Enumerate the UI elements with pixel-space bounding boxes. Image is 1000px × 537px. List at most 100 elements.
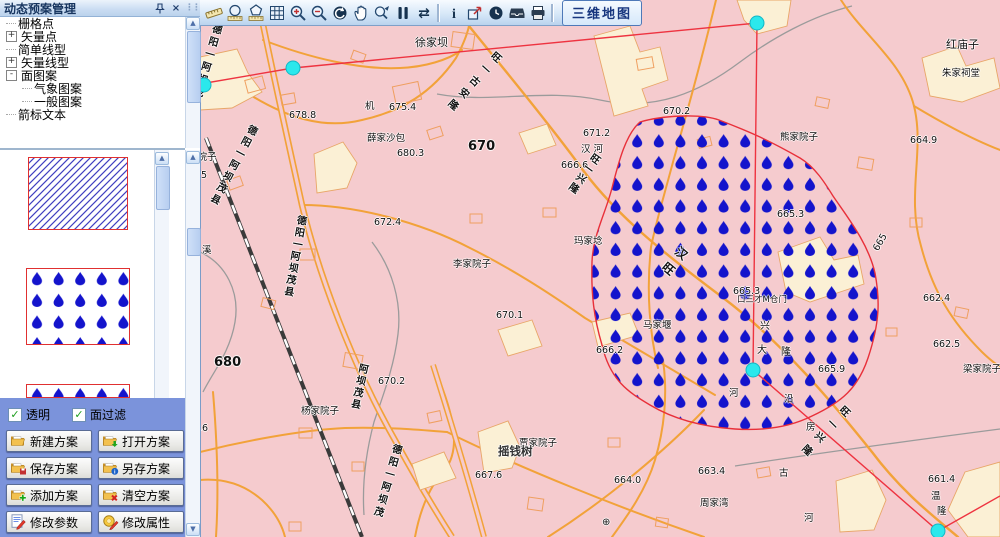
folder-saveas-icon: i <box>102 460 119 476</box>
previous-view-icon <box>331 4 349 22</box>
pause-button[interactable] <box>392 2 413 24</box>
zoom-window-button[interactable] <box>371 2 392 24</box>
measure-area-button[interactable] <box>245 2 266 24</box>
svg-text:i: i <box>452 7 456 22</box>
folder-clear-button[interactable]: 清空方案 <box>98 484 184 506</box>
plan-button-grid: 新建方案 打开方案 保存方案 i另存方案 添加方案 清空方案修改参数 修改属性 <box>6 430 181 533</box>
tree-toggle-icon[interactable]: + <box>6 31 17 42</box>
plan-actions-panel: ✓透明✓面过滤 新建方案 打开方案 保存方案 i另存方案 添加方案 清空方案修改… <box>0 398 185 537</box>
pattern-preview-list: ▲ <box>0 150 168 398</box>
measure-area-icon <box>247 4 265 22</box>
button-label: 另存方案 <box>122 460 170 477</box>
print-button[interactable] <box>527 2 548 24</box>
tree-scrollbar[interactable]: ▲ <box>185 17 200 148</box>
map-svg <box>200 0 1000 537</box>
zoom-window-icon <box>373 4 391 22</box>
measure-circle-button[interactable] <box>224 2 245 24</box>
pattern-tile-partial[interactable] <box>26 384 130 398</box>
scroll-thumb[interactable] <box>187 31 201 103</box>
checkbox-面过滤[interactable]: ✓面过滤 <box>72 406 126 423</box>
map-toolbar: ⇄i三维地图 <box>200 0 632 26</box>
scroll-up-icon[interactable]: ▲ <box>186 151 200 164</box>
button-label: 修改属性 <box>122 514 170 531</box>
print-icon <box>529 4 547 22</box>
major-road <box>258 0 484 537</box>
zoom-out-button[interactable] <box>308 2 329 24</box>
scroll-down-icon[interactable]: ▼ <box>186 523 200 536</box>
swap-view-icon: ⇄ <box>415 4 433 22</box>
checkbox-icon[interactable]: ✓ <box>8 408 22 422</box>
tree-connector <box>6 114 16 115</box>
zoom-in-icon <box>289 4 307 22</box>
zoom-in-button[interactable] <box>287 2 308 24</box>
folder-save-button[interactable]: 保存方案 <box>6 457 92 479</box>
preview-scrollbar[interactable]: ▲ <box>154 150 169 398</box>
pan-icon <box>352 4 370 22</box>
panel-title: 动态预案管理 <box>4 0 76 17</box>
panel-grip-icon[interactable]: ⋮⋮ <box>185 3 199 13</box>
folder-saveas-button[interactable]: i另存方案 <box>98 457 184 479</box>
toolbar-separator <box>551 4 554 22</box>
gis-application: 徐家坝红庙子朱家祠堂678.8机675.4薛家沙包680.3670680670.… <box>0 0 1000 537</box>
pause-icon <box>394 4 412 22</box>
vertex-handle[interactable] <box>750 16 765 31</box>
toolbar-separator <box>437 4 440 22</box>
folder-new-button[interactable]: 新建方案 <box>6 430 92 452</box>
plan-manager-panel: 动态预案管理 × ⋮⋮ 栅格点+矢量点简单线型+矢量线型-面图案气象图案一般图案… <box>0 0 201 537</box>
panel-scrollbar[interactable]: ▲ ▼ <box>185 150 200 537</box>
measure-distance-button[interactable] <box>203 2 224 24</box>
output-tray-icon <box>508 4 526 22</box>
folder-new-icon <box>10 433 27 449</box>
edit-attrs-button[interactable]: 修改属性 <box>98 511 184 533</box>
vertex-handle[interactable] <box>746 363 761 378</box>
scroll-thumb[interactable] <box>156 166 170 210</box>
folder-add-button[interactable]: 添加方案 <box>6 484 92 506</box>
scroll-up-icon[interactable]: ▲ <box>155 152 169 165</box>
panel-titlebar: 动态预案管理 × ⋮⋮ <box>0 0 200 17</box>
tree-item[interactable]: 箭标文本 <box>0 108 185 121</box>
button-label: 保存方案 <box>30 460 78 477</box>
map-canvas[interactable] <box>200 0 1000 537</box>
svg-text:⇄: ⇄ <box>418 5 430 21</box>
tree-item[interactable]: -面图案 <box>0 69 185 82</box>
pattern-tile-hatch[interactable] <box>28 157 128 230</box>
checkbox-label: 透明 <box>26 406 50 423</box>
edit-params-icon <box>10 514 27 530</box>
edit-params-button[interactable]: 修改参数 <box>6 511 92 533</box>
pattern-tile-drops[interactable] <box>26 268 130 345</box>
edit-attrs-icon <box>102 514 119 530</box>
checkbox-透明[interactable]: ✓ 透明 <box>8 406 50 423</box>
folder-open-button[interactable]: 打开方案 <box>98 430 184 452</box>
tree-connector <box>6 49 16 50</box>
tree-connector <box>6 23 16 24</box>
scroll-thumb[interactable] <box>187 228 201 256</box>
scroll-up-icon[interactable]: ▲ <box>186 17 200 30</box>
export-button[interactable] <box>464 2 485 24</box>
vertex-handle[interactable] <box>286 61 301 76</box>
swap-view-button[interactable]: ⇄ <box>413 2 434 24</box>
tree-connector <box>22 101 32 102</box>
tree-toggle-icon[interactable]: + <box>6 57 17 68</box>
previous-view-button[interactable] <box>329 2 350 24</box>
map-3d-button[interactable]: 三维地图 <box>562 0 642 26</box>
close-icon[interactable]: × <box>169 2 183 15</box>
measure-circle-icon <box>226 4 244 22</box>
zoom-out-icon <box>310 4 328 22</box>
folder-save-icon <box>10 460 27 476</box>
history-clock-button[interactable] <box>485 2 506 24</box>
identify-button[interactable]: i <box>443 2 464 24</box>
hazard-region[interactable] <box>592 116 878 430</box>
output-tray-button[interactable] <box>506 2 527 24</box>
identify-icon: i <box>445 4 463 22</box>
pin-icon[interactable] <box>153 2 167 15</box>
railway <box>206 138 362 537</box>
grid-view-button[interactable] <box>266 2 287 24</box>
folder-clear-icon <box>102 487 119 503</box>
folder-add-icon <box>10 487 27 503</box>
layer-tree: 栅格点+矢量点简单线型+矢量线型-面图案气象图案一般图案箭标文本 <box>0 17 185 148</box>
pan-button[interactable] <box>350 2 371 24</box>
checkbox-icon[interactable]: ✓ <box>72 408 86 422</box>
vertex-handle[interactable] <box>931 524 946 537</box>
tree-connector <box>22 88 32 89</box>
tree-toggle-icon[interactable]: - <box>6 70 17 81</box>
